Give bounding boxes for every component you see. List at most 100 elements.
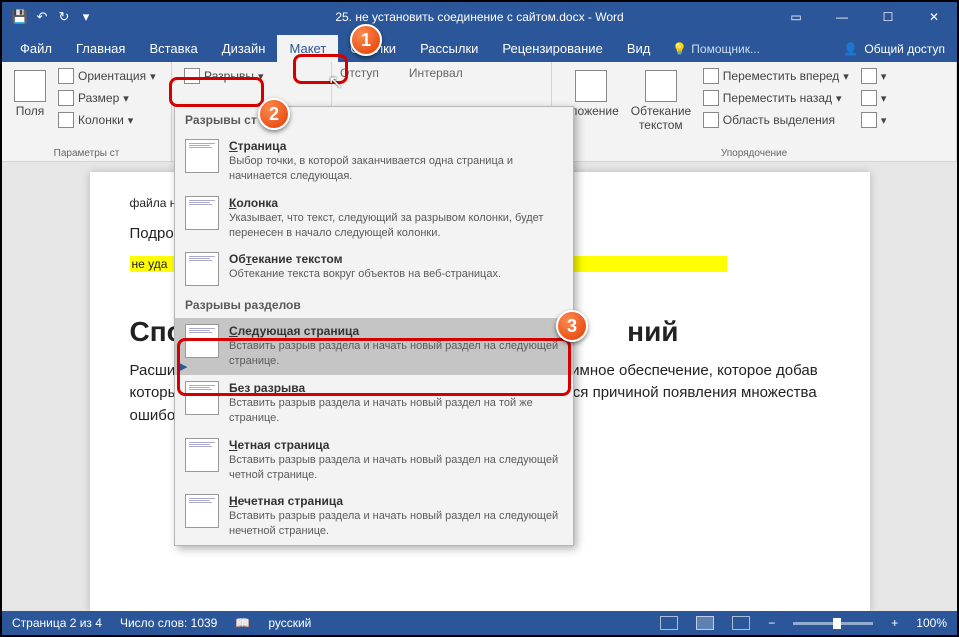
forward-icon <box>703 68 719 84</box>
zoom-level[interactable]: 100% <box>916 616 947 630</box>
redo-icon[interactable]: ↻ <box>56 9 72 25</box>
status-word-count[interactable]: Число слов: 1039 <box>120 616 217 630</box>
dd-item-even-page[interactable]: Четная страницаВставить разрыв раздела и… <box>175 432 573 489</box>
group-page-setup-label: Параметры ст <box>10 148 163 159</box>
tab-review[interactable]: Рецензирование <box>490 35 614 62</box>
tab-view[interactable]: Вид <box>615 35 663 62</box>
dd-desc: Выбор точки, в которой заканчивается одн… <box>229 154 563 184</box>
dd-desc: Вставить разрыв раздела и начать новый р… <box>229 509 563 539</box>
group-arrange-label: Упорядочение <box>560 148 948 159</box>
tab-home[interactable]: Главная <box>64 35 137 62</box>
dd-title: Следующая страница <box>229 324 563 338</box>
breaks-button[interactable]: Разрывы ▾ <box>180 66 267 86</box>
group-icon <box>861 90 877 106</box>
tell-me-helper[interactable]: 💡 Помощник... <box>662 36 770 62</box>
dd-desc: Обтекание текста вокруг объектов на веб-… <box>229 267 501 282</box>
undo-icon[interactable]: ↶ <box>34 9 50 25</box>
dd-header-section-breaks: Разрывы разделов <box>175 292 573 318</box>
dd-item-odd-page[interactable]: Нечетная страницаВставить разрыв раздела… <box>175 488 573 545</box>
document-title: 25. не установить соединение с сайтом.do… <box>335 10 623 24</box>
read-mode-icon[interactable] <box>660 616 678 630</box>
minimize-button[interactable]: — <box>819 2 865 32</box>
dd-item-continuous[interactable]: Без разрываВставить разрыв раздела и нач… <box>175 375 573 432</box>
helper-label: Помощник... <box>691 42 760 56</box>
maximize-button[interactable]: ☐ <box>865 2 911 32</box>
column-break-icon <box>185 196 219 230</box>
tab-layout[interactable]: Макет <box>277 35 338 62</box>
size-button[interactable]: Размер ▾ <box>54 88 160 108</box>
odd-page-icon <box>185 494 219 528</box>
wrap-icon <box>645 70 677 102</box>
selection-pane-button[interactable]: Область выделения <box>699 110 853 130</box>
dd-title: Четная страница <box>229 438 563 452</box>
rotate-icon <box>861 112 877 128</box>
size-icon <box>58 90 74 106</box>
share-label: Общий доступ <box>864 42 945 56</box>
dd-item-text-wrapping[interactable]: Обтекание текстомОбтекание текста вокруг… <box>175 246 573 292</box>
dd-item-column[interactable]: КолонкаУказывает, что текст, следующий з… <box>175 190 573 247</box>
size-label: Размер <box>78 91 119 105</box>
dd-desc: Вставить разрыв раздела и начать новый р… <box>229 453 563 483</box>
interval-label: Интервал <box>409 66 463 80</box>
callout-2: 2 <box>258 98 290 130</box>
zoom-in-button[interactable]: + <box>891 616 898 630</box>
align-button[interactable]: ▾ <box>857 66 891 86</box>
tab-insert[interactable]: Вставка <box>137 35 209 62</box>
window-buttons: ▭ — ☐ ✕ <box>773 2 957 32</box>
dd-item-page[interactable]: ССтраницатраницаВыбор точки, в которой з… <box>175 133 573 190</box>
dd-title: ССтраницатраница <box>229 139 563 153</box>
dd-item-next-page[interactable]: Следующая страницаВставить разрыв раздел… <box>175 318 573 375</box>
wrap-text-button[interactable]: Обтекание текстом <box>627 66 695 136</box>
ribbon-options-icon[interactable]: ▭ <box>773 2 819 32</box>
bring-forward-button[interactable]: Переместить вперед ▾ <box>699 66 853 86</box>
text-wrap-break-icon <box>185 252 219 286</box>
orientation-icon <box>58 68 74 84</box>
status-page[interactable]: Страница 2 из 4 <box>12 616 102 630</box>
save-icon[interactable]: 💾 <box>12 9 28 25</box>
dd-header-page-breaks: Разрывы ст <box>175 107 573 133</box>
columns-icon <box>58 112 74 128</box>
status-proof-icon[interactable]: 📖 <box>235 616 250 630</box>
dd-title: Колонка <box>229 196 563 210</box>
columns-button[interactable]: Колонки ▾ <box>54 110 160 130</box>
quick-access-toolbar: 💾 ↶ ↻ ▾ <box>2 9 104 25</box>
margins-button[interactable]: Поля <box>10 66 50 130</box>
zoom-slider[interactable] <box>793 622 873 625</box>
ribbon-tabs: Файл Главная Вставка Дизайн Макет Ссылки… <box>2 32 957 62</box>
backward-label: Переместить назад <box>723 91 832 105</box>
title-bar: 💾 ↶ ↻ ▾ 25. не установить соединение с с… <box>2 2 957 32</box>
tab-design[interactable]: Дизайн <box>210 35 278 62</box>
print-layout-icon[interactable] <box>696 616 714 630</box>
send-backward-button[interactable]: Переместить назад ▾ <box>699 88 853 108</box>
zoom-out-button[interactable]: − <box>768 616 775 630</box>
web-layout-icon[interactable] <box>732 616 750 630</box>
selection-label: Область выделения <box>723 113 835 127</box>
share-button[interactable]: 👤 Общий доступ <box>831 36 957 62</box>
status-language[interactable]: русский <box>268 616 311 630</box>
align-icon <box>861 68 877 84</box>
dd-title: Без разрыва <box>229 381 563 395</box>
cursor-icon: ↖ <box>328 72 343 93</box>
position-icon <box>575 70 607 102</box>
rotate-button[interactable]: ▾ <box>857 110 891 130</box>
dd-desc: Указывает, что текст, следующий за разры… <box>229 211 563 241</box>
tab-mailings[interactable]: Рассылки <box>408 35 490 62</box>
even-page-icon <box>185 438 219 472</box>
backward-icon <box>703 90 719 106</box>
dd-desc: Вставить разрыв раздела и начать новый р… <box>229 339 563 369</box>
tab-file[interactable]: Файл <box>8 35 64 62</box>
callout-3: 3 <box>556 310 588 342</box>
orientation-button[interactable]: Ориентация ▾ <box>54 66 160 86</box>
margins-label: Поля <box>16 104 45 118</box>
forward-label: Переместить вперед <box>723 69 839 83</box>
close-button[interactable]: ✕ <box>911 2 957 32</box>
group-button[interactable]: ▾ <box>857 88 891 108</box>
callout-1: 1 <box>350 24 382 56</box>
breaks-label: Разрывы <box>204 69 254 83</box>
wrap-label: Обтекание текстом <box>631 104 691 132</box>
columns-label: Колонки <box>78 113 124 127</box>
margins-icon <box>14 70 46 102</box>
qat-dropdown-icon[interactable]: ▾ <box>78 9 94 25</box>
dd-title: Обтекание текстом <box>229 252 501 266</box>
selection-arrow-icon: ▶ <box>179 360 187 373</box>
